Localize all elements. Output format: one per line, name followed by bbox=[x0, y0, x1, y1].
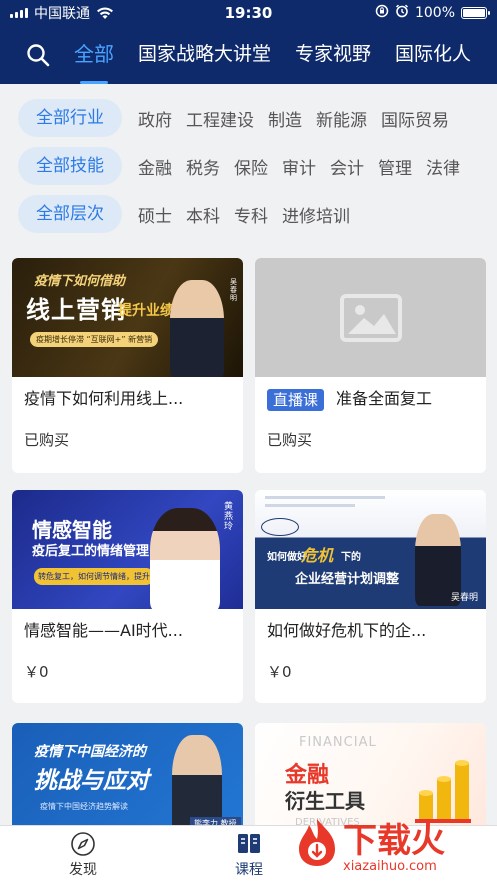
search-icon bbox=[27, 44, 50, 67]
course-card[interactable]: 如何做好 危机 下的 企业经营计划调整 吴春明 如何做好危机下的企... ￥0 bbox=[255, 490, 486, 703]
filter-option[interactable]: 新能源 bbox=[316, 106, 367, 131]
thumb-text: 黄 燕 玲 bbox=[224, 502, 234, 532]
course-thumbnail: 疫情下如何借助 线上营销 提升业绩 疫期增长停滞 “互联网+” 新营销 吴春明 bbox=[12, 258, 243, 377]
watermark-url: xiazaihuo.com bbox=[343, 859, 437, 874]
thumb-text: 下的 bbox=[341, 552, 361, 563]
tab-international-talent[interactable]: 国际化人 bbox=[383, 26, 483, 84]
thumb-text: 提升业绩 bbox=[118, 303, 174, 319]
course-title: 疫情下如何利用线上... bbox=[24, 389, 184, 408]
compass-icon bbox=[71, 831, 95, 856]
thumb-text: 疫后复工的情绪管理 bbox=[32, 544, 150, 559]
course-thumbnail bbox=[255, 258, 486, 377]
thumb-text: 吴春明 bbox=[230, 278, 237, 302]
course-price: ￥0 bbox=[267, 663, 292, 681]
filter-option[interactable]: 国际贸易 bbox=[381, 106, 449, 131]
presenter-photo bbox=[150, 508, 220, 609]
thumb-text: FINANCIAL bbox=[299, 735, 377, 750]
thumb-text: 吴春明 bbox=[451, 593, 479, 603]
chip-all-skills[interactable]: 全部技能 bbox=[18, 147, 122, 185]
thumb-text: 线上营销 bbox=[26, 295, 126, 324]
category-tabs: 全部 国家战略大讲堂 专家视野 国际化人 bbox=[62, 26, 497, 84]
thumb-text: 疫期增长停滞 “互联网+” 新营销 bbox=[30, 332, 159, 347]
chip-all-levels[interactable]: 全部层次 bbox=[18, 195, 122, 233]
course-thumbnail: 疫情下中国经济的 挑战与应对 疫情下中国经济趋势解读 熊李力 教授 bbox=[12, 723, 243, 833]
thumb-text: 衍生工具 bbox=[285, 789, 365, 813]
course-card[interactable]: 情感智能 疫后复工的情绪管理 转危复工，如何调节情绪，提升抗压力？ 黄 燕 玲 … bbox=[12, 490, 243, 703]
filter-option[interactable]: 法律 bbox=[426, 154, 460, 179]
filter-option[interactable]: 制造 bbox=[268, 106, 302, 131]
thumb-text: 转危复工，如何调节情绪，提升抗压力？ bbox=[34, 568, 154, 585]
level-filter-row: 全部层次 硕士 本科 专科 进修培训 bbox=[18, 194, 497, 234]
tab-label: 课程 bbox=[235, 861, 263, 878]
filter-option[interactable]: 工程建设 bbox=[186, 106, 254, 131]
skill-filter-row: 全部技能 金融 税务 保险 审计 会计 管理 法律 bbox=[18, 146, 497, 186]
status-bar: 中国联通 19:30 100% bbox=[0, 0, 497, 26]
course-card[interactable]: 疫情下如何借助 线上营销 提升业绩 疫期增长停滞 “互联网+” 新营销 吴春明 … bbox=[12, 258, 243, 473]
purchase-status: 已购买 bbox=[24, 431, 70, 449]
decorative-line bbox=[265, 504, 355, 507]
filter-option[interactable]: 专科 bbox=[234, 202, 268, 227]
course-card[interactable]: 直播课 准备全面复工 已购买 bbox=[255, 258, 486, 473]
filter-option[interactable]: 管理 bbox=[378, 154, 412, 179]
battery-percent: 100% bbox=[414, 5, 455, 21]
course-title: 如何做好危机下的企... bbox=[267, 621, 427, 640]
fire-logo-icon bbox=[299, 819, 335, 866]
presenter-photo bbox=[170, 280, 224, 377]
industry-filter-row: 全部行业 政府 工程建设 制造 新能源 国际贸易 bbox=[18, 98, 497, 138]
alarm-icon bbox=[395, 4, 409, 22]
tab-all[interactable]: 全部 bbox=[62, 26, 126, 84]
purchase-status: 已购买 bbox=[267, 431, 313, 449]
course-thumbnail: 情感智能 疫后复工的情绪管理 转危复工，如何调节情绪，提升抗压力？ 黄 燕 玲 bbox=[12, 490, 243, 609]
thumb-text: 情感智能 bbox=[32, 518, 112, 542]
tab-label: 发现 bbox=[69, 861, 97, 878]
filter-option[interactable]: 税务 bbox=[186, 154, 220, 179]
thumb-text: 疫情下中国经济的 bbox=[34, 744, 146, 760]
book-icon bbox=[238, 833, 260, 853]
tab-discover[interactable]: 发现 bbox=[0, 826, 166, 883]
decorative-oval bbox=[261, 518, 299, 536]
tab-expert-vision[interactable]: 专家视野 bbox=[283, 26, 383, 84]
filter-panel: 全部行业 政府 工程建设 制造 新能源 国际贸易 全部技能 金融 税务 保险 审… bbox=[18, 98, 497, 242]
thumb-text: 挑战与应对 bbox=[34, 767, 149, 794]
course-title: 准备全面复工 bbox=[336, 389, 433, 408]
orientation-lock-icon bbox=[375, 4, 389, 22]
course-title: 情感智能——AI时代... bbox=[24, 621, 183, 640]
filter-option[interactable]: 金融 bbox=[138, 154, 172, 179]
category-nav: 全部 国家战略大讲堂 专家视野 国际化人 bbox=[0, 26, 497, 84]
top-header: 中国联通 19:30 100% 全部 国家战略大讲堂 专家视野 国际化人 bbox=[0, 0, 497, 84]
thumb-text: 危机 bbox=[301, 546, 334, 565]
image-placeholder-icon bbox=[339, 293, 402, 342]
thumb-text: 疫情下如何借助 bbox=[34, 274, 126, 289]
filter-option[interactable]: 政府 bbox=[138, 106, 172, 131]
filter-option[interactable]: 会计 bbox=[330, 154, 364, 179]
watermark-logo: 下载火 xiazaihuo.com bbox=[291, 813, 491, 883]
coin-stack-illustration bbox=[415, 743, 471, 823]
course-price: ￥0 bbox=[24, 663, 49, 681]
filter-option[interactable]: 审计 bbox=[282, 154, 316, 179]
tab-national-strategy[interactable]: 国家战略大讲堂 bbox=[126, 26, 283, 84]
watermark-text: 下载火 bbox=[343, 821, 445, 861]
course-thumbnail: 如何做好 危机 下的 企业经营计划调整 吴春明 bbox=[255, 490, 486, 609]
filter-option[interactable]: 保险 bbox=[234, 154, 268, 179]
filter-option[interactable]: 本科 bbox=[186, 202, 220, 227]
wifi-icon bbox=[96, 7, 114, 19]
course-card[interactable]: 疫情下中国经济的 挑战与应对 疫情下中国经济趋势解读 熊李力 教授 bbox=[12, 723, 243, 833]
live-badge: 直播课 bbox=[267, 388, 325, 411]
decorative-line bbox=[265, 496, 385, 499]
battery-icon bbox=[461, 7, 490, 19]
thumb-text: 企业经营计划调整 bbox=[295, 572, 400, 587]
search-button[interactable] bbox=[14, 31, 62, 79]
filter-option[interactable]: 进修培训 bbox=[282, 202, 350, 227]
chip-all-industries[interactable]: 全部行业 bbox=[18, 99, 122, 137]
carrier-name: 中国联通 bbox=[34, 6, 90, 22]
thumb-text: 疫情下中国经济趋势解读 bbox=[40, 802, 128, 811]
filter-option[interactable]: 硕士 bbox=[138, 202, 172, 227]
signal-icon bbox=[10, 8, 28, 18]
course-title-row: 直播课 准备全面复工 bbox=[255, 377, 486, 421]
